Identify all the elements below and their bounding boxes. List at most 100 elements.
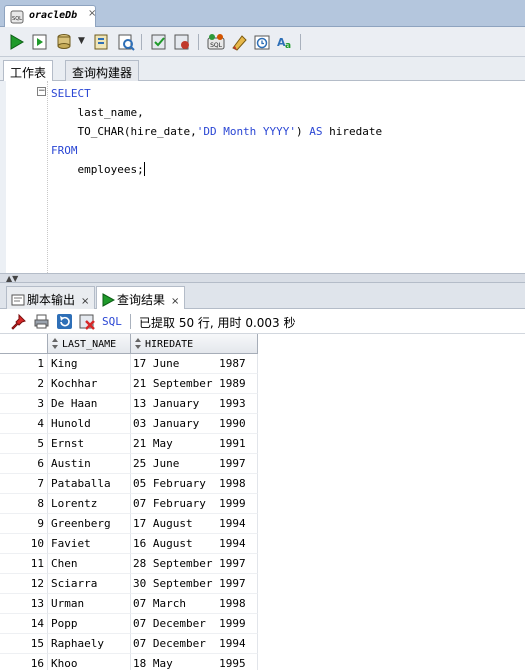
column-header-hiredate[interactable]: HIREDATE <box>131 334 258 354</box>
cell-hiredate[interactable]: 18 May 1995 <box>131 654 258 670</box>
cell-hiredate[interactable]: 07 December 1999 <box>131 614 258 634</box>
cell-hiredate[interactable]: 25 June 1997 <box>131 454 258 474</box>
close-icon[interactable]: × <box>81 296 89 307</box>
row-number[interactable]: 11 <box>0 554 48 574</box>
tab-query-result[interactable]: 查询结果 × <box>96 286 186 309</box>
run-statement-icon[interactable] <box>6 32 26 52</box>
cell-last-name[interactable]: Faviet <box>48 534 131 554</box>
sql-code[interactable]: SELECT last_name, TO_CHAR(hire_date,'DD … <box>51 84 382 179</box>
row-number[interactable]: 15 <box>0 634 48 654</box>
cell-last-name[interactable]: Khoo <box>48 654 131 670</box>
row-number[interactable]: 5 <box>0 434 48 454</box>
fold-collapse-icon[interactable]: − <box>37 87 46 96</box>
code-line: SELECT <box>51 84 382 103</box>
cell-hiredate[interactable]: 05 February 1998 <box>131 474 258 494</box>
row-number[interactable]: 3 <box>0 394 48 414</box>
keyword-select: SELECT <box>51 87 91 100</box>
cell-last-name[interactable]: King <box>48 354 131 374</box>
sql-worksheet-icon: SQL <box>10 10 24 24</box>
cell-last-name[interactable]: Pataballa <box>48 474 131 494</box>
cell-hiredate[interactable]: 21 September 1989 <box>131 374 258 394</box>
unshared-sql-icon[interactable]: SQL <box>206 32 226 52</box>
row-number[interactable]: 16 <box>0 654 48 670</box>
tab-query-builder[interactable]: 查询构建器 <box>65 60 140 81</box>
code-line: TO_CHAR(hire_date,'DD Month YYYY') AS hi… <box>51 122 382 141</box>
column-header-label: LAST_NAME <box>62 339 117 350</box>
run-script-icon[interactable] <box>30 32 50 52</box>
panel-splitter[interactable]: ▲▼ <box>0 273 525 283</box>
editor-gutter: − <box>6 81 48 273</box>
cell-last-name[interactable]: Sciarra <box>48 574 131 594</box>
rollback-icon[interactable] <box>149 32 169 52</box>
column-header-label: HIREDATE <box>145 339 194 350</box>
commit-dropdown-chevron-icon[interactable]: ▼ <box>78 36 85 46</box>
cell-last-name[interactable]: Urman <box>48 594 131 614</box>
commit-icon[interactable] <box>54 32 74 52</box>
cell-hiredate[interactable]: 16 August 1994 <box>131 534 258 554</box>
column-header-last-name[interactable]: LAST_NAME <box>48 334 131 354</box>
row-number[interactable]: 8 <box>0 494 48 514</box>
history-icon[interactable] <box>252 32 272 52</box>
document-tab-oracledb[interactable]: SQL oracleDb × <box>4 5 96 27</box>
cell-hiredate[interactable]: 17 August 1994 <box>131 514 258 534</box>
tab-script-output-label: 脚本输出 <box>27 293 76 307</box>
cell-last-name[interactable]: Lorentz <box>48 494 131 514</box>
row-number[interactable]: 14 <box>0 614 48 634</box>
svg-text:a: a <box>285 41 291 51</box>
cell-hiredate[interactable]: 17 June 1987 <box>131 354 258 374</box>
sql-tuning-icon[interactable] <box>172 32 192 52</box>
toolbar-separator <box>300 34 301 50</box>
sort-icon[interactable] <box>135 338 141 349</box>
clear-icon[interactable] <box>229 32 249 52</box>
format-icon[interactable]: A a <box>275 32 295 52</box>
autotrace-icon[interactable] <box>116 32 136 52</box>
row-number[interactable]: 1 <box>0 354 48 374</box>
code-line: FROM <box>51 141 382 160</box>
close-icon[interactable]: × <box>171 296 179 307</box>
cell-hiredate[interactable]: 28 September 1997 <box>131 554 258 574</box>
row-number[interactable]: 12 <box>0 574 48 594</box>
explain-plan-icon[interactable] <box>92 32 112 52</box>
row-number[interactable]: 7 <box>0 474 48 494</box>
cell-last-name[interactable]: Popp <box>48 614 131 634</box>
row-number[interactable]: 9 <box>0 514 48 534</box>
cell-last-name[interactable]: Kochhar <box>48 374 131 394</box>
cell-last-name[interactable]: Greenberg <box>48 514 131 534</box>
cell-last-name[interactable]: Ernst <box>48 434 131 454</box>
cancel-query-icon[interactable] <box>79 313 96 330</box>
cell-last-name[interactable]: Hunold <box>48 414 131 434</box>
row-number[interactable]: 10 <box>0 534 48 554</box>
row-number[interactable]: 2 <box>0 374 48 394</box>
row-number[interactable]: 6 <box>0 454 48 474</box>
sort-icon[interactable] <box>52 338 58 349</box>
cell-hiredate[interactable]: 07 March 1998 <box>131 594 258 614</box>
code-text: last_name, <box>51 106 144 119</box>
code-text: employees; <box>51 163 144 176</box>
tab-script-output[interactable]: 脚本输出 × <box>6 286 96 309</box>
splitter-arrows-icon[interactable]: ▲▼ <box>6 274 18 283</box>
document-tab-close-icon[interactable]: × <box>88 8 96 19</box>
cell-hiredate[interactable]: 21 May 1991 <box>131 434 258 454</box>
svg-text:SQL: SQL <box>210 42 223 49</box>
toolbar-separator <box>130 314 131 329</box>
sql-link[interactable]: SQL <box>102 315 122 328</box>
cell-hiredate[interactable]: 30 September 1997 <box>131 574 258 594</box>
cell-hiredate[interactable]: 07 December 1994 <box>131 634 258 654</box>
row-number[interactable]: 4 <box>0 414 48 434</box>
print-icon[interactable] <box>33 313 50 330</box>
refresh-icon[interactable] <box>56 313 73 330</box>
result-grid[interactable]: LAST_NAME HIREDATE 1 King 17 June 1987 2 Koc… <box>0 334 525 670</box>
cell-last-name[interactable]: Chen <box>48 554 131 574</box>
sql-editor[interactable]: − SELECT last_name, TO_CHAR(hire_date,'D… <box>0 81 525 273</box>
cell-last-name[interactable]: Austin <box>48 454 131 474</box>
cell-hiredate[interactable]: 13 January 1993 <box>131 394 258 414</box>
cell-hiredate[interactable]: 07 February 1999 <box>131 494 258 514</box>
cell-last-name[interactable]: De Haan <box>48 394 131 414</box>
cell-last-name[interactable]: Raphaely <box>48 634 131 654</box>
row-number[interactable]: 13 <box>0 594 48 614</box>
text-caret <box>143 162 145 176</box>
tab-worksheet[interactable]: 工作表 <box>3 60 54 82</box>
pin-icon[interactable] <box>10 313 27 330</box>
document-tab-bar: SQL oracleDb × <box>0 0 525 27</box>
cell-hiredate[interactable]: 03 January 1990 <box>131 414 258 434</box>
